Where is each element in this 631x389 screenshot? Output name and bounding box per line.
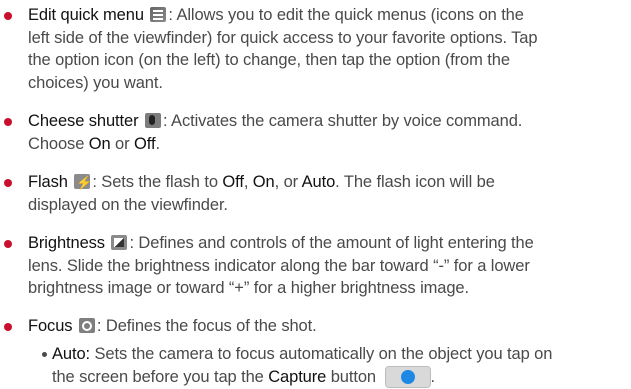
flash-icon <box>74 172 92 195</box>
cheese-shutter-icon <box>144 113 161 128</box>
item-text: Flash : Sets the flash to Off, On, or Au… <box>28 171 628 216</box>
bullet <box>4 179 12 187</box>
item-text: Cheese shutter : Activates the camera sh… <box>28 112 523 153</box>
item-text: Focus : Defines the focus of the shot. <box>28 317 317 335</box>
sub-item-text: Auto: Sets the camera to focus automatic… <box>52 345 553 388</box>
item-text: Edit quick menu : Allows you to edit the… <box>28 6 538 92</box>
quick-menu-icon <box>150 7 167 22</box>
bullet <box>4 323 12 331</box>
focus-icon <box>78 318 95 333</box>
capture-button-icon <box>384 365 431 388</box>
bullet <box>4 240 12 248</box>
brightness-icon <box>111 235 128 250</box>
bullet <box>4 12 12 20</box>
item-title: Focus <box>28 317 73 335</box>
item-title: Brightness <box>28 234 105 252</box>
bullet <box>4 118 12 126</box>
item-title: Edit quick menu <box>28 6 144 24</box>
sub-bullet <box>42 352 47 357</box>
item-text: Brightness : Defines and controls of the… <box>28 234 534 297</box>
item-title: Flash <box>28 173 68 191</box>
manual-page: Edit quick menu : Allows you to edit the… <box>0 0 631 389</box>
item-title: Cheese shutter <box>28 112 139 130</box>
